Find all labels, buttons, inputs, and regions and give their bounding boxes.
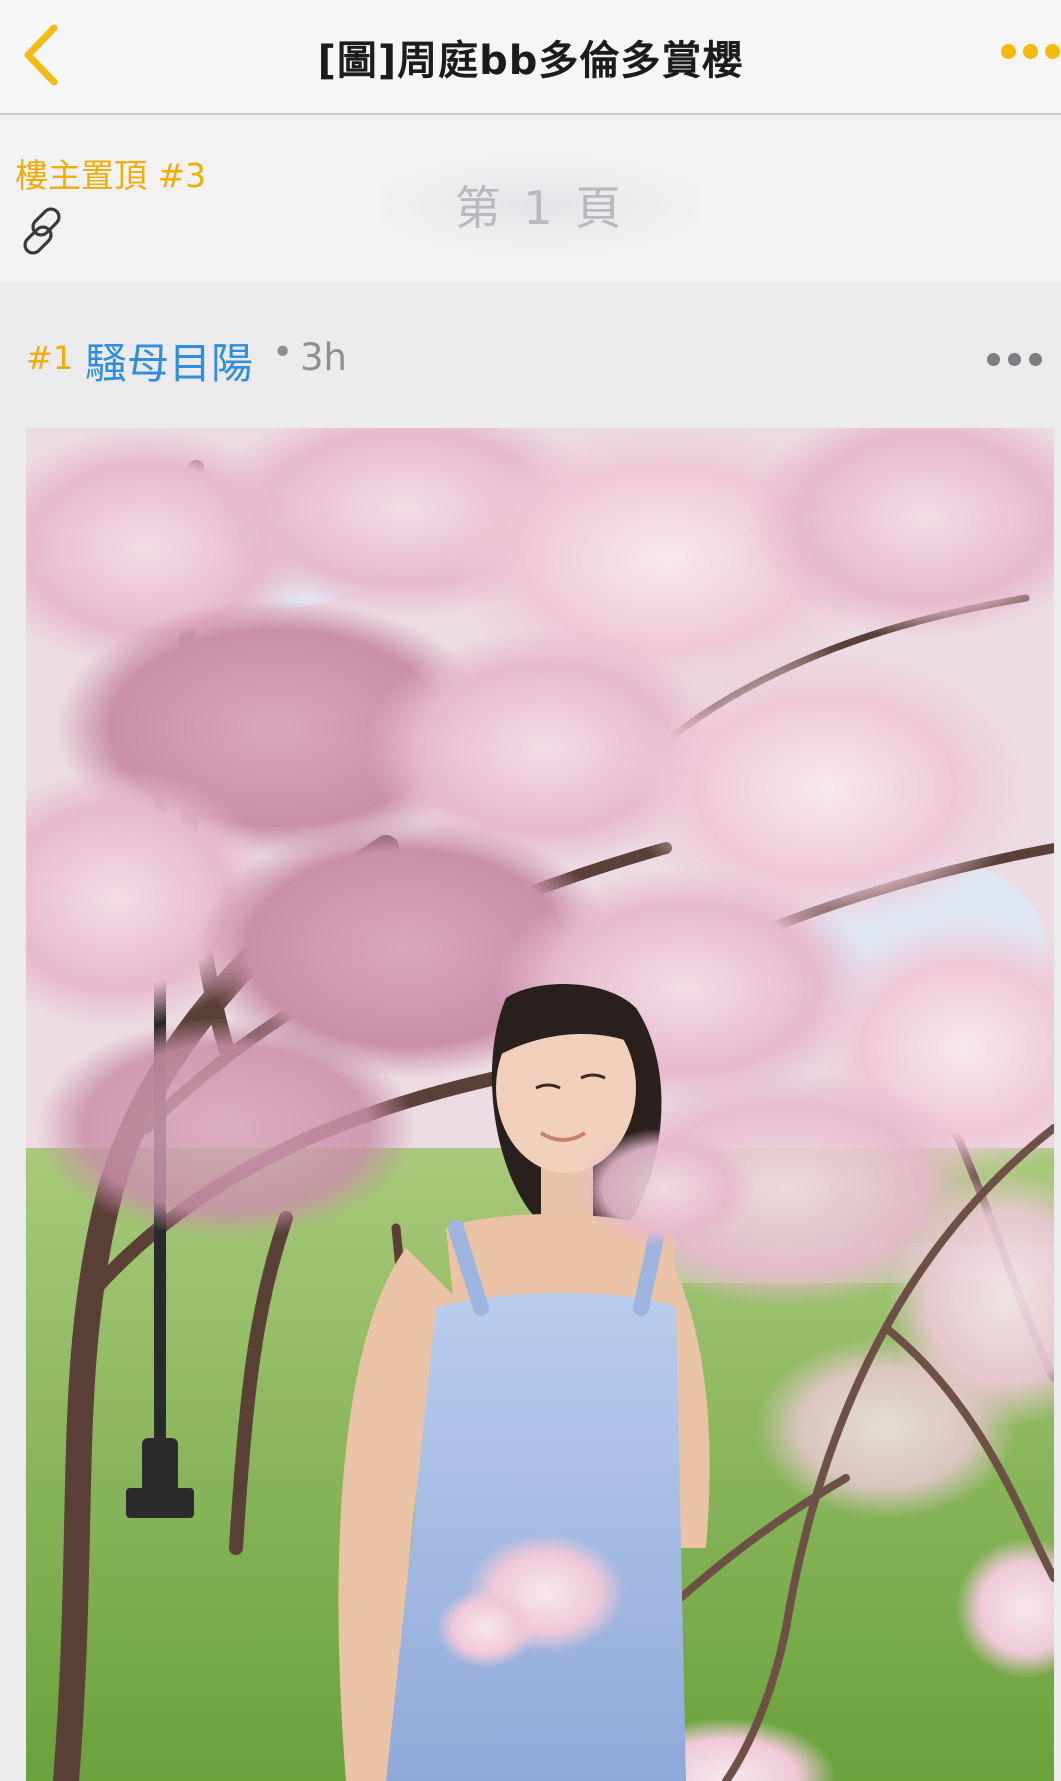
post-item: #1 騷母目陽 • 3h: [0, 282, 1061, 1781]
post-more-button[interactable]: [987, 348, 1043, 370]
ellipsis-dot: [1008, 353, 1021, 366]
photo-image: [26, 428, 1054, 1781]
post-photo[interactable]: [26, 428, 1054, 1781]
thread-title: [圖]周庭bb多倫多賞櫻: [317, 37, 744, 84]
link-icon[interactable]: [16, 203, 72, 259]
post-timestamp: 3h: [300, 336, 347, 379]
post-header: #1 騷母目陽 • 3h: [0, 282, 1061, 432]
ellipsis-icon: [1001, 44, 1016, 59]
ellipsis-dot: [1045, 44, 1060, 59]
floor-number: #1: [26, 339, 74, 377]
separator-dot: •: [272, 332, 294, 373]
ellipsis-icon: [987, 353, 1000, 366]
page-indicator: 第 1 頁: [380, 155, 700, 255]
more-options-button[interactable]: [997, 38, 1061, 68]
pinned-section: 樓主置頂 #3 第 1 頁: [0, 115, 1061, 282]
ellipsis-dot: [1023, 44, 1038, 59]
ellipsis-dot: [1029, 353, 1042, 366]
author-name[interactable]: 騷母目陽: [85, 330, 253, 391]
pinned-post-link[interactable]: 樓主置頂 #3: [15, 149, 206, 197]
top-nav-bar: [圖]周庭bb多倫多賞櫻: [0, 0, 1061, 115]
